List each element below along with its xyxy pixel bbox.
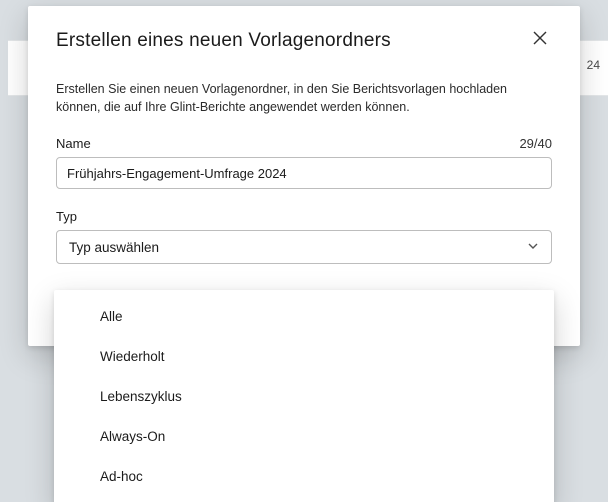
type-option-ad-hoc[interactable]: Ad-hoc bbox=[54, 456, 554, 496]
modal-header: Erstellen eines neuen Vorlagenordners bbox=[56, 30, 552, 52]
chevron-down-icon bbox=[527, 240, 539, 255]
type-option-wiederholt[interactable]: Wiederholt bbox=[54, 336, 554, 376]
type-dropdown: Alle Wiederholt Lebenszyklus Always-On A… bbox=[54, 290, 554, 502]
type-select-value: Typ auswählen bbox=[69, 240, 159, 255]
name-field-header: Name 29/40 bbox=[56, 136, 552, 151]
modal-title: Erstellen eines neuen Vorlagenordners bbox=[56, 30, 391, 52]
type-select[interactable]: Typ auswählen bbox=[56, 230, 552, 264]
background-row-number: 24 bbox=[587, 58, 600, 72]
type-option-alle[interactable]: Alle bbox=[54, 296, 554, 336]
type-label: Typ bbox=[56, 209, 552, 224]
type-option-always-on[interactable]: Always-On bbox=[54, 416, 554, 456]
modal-description: Erstellen Sie einen neuen Vorlagenordner… bbox=[56, 80, 552, 116]
name-input[interactable] bbox=[56, 157, 552, 189]
name-char-counter: 29/40 bbox=[519, 136, 552, 151]
name-label: Name bbox=[56, 136, 91, 151]
app-backdrop: 24 Erstellen eines neuen Vorlagenordners… bbox=[0, 0, 608, 502]
type-option-lebenszyklus[interactable]: Lebenszyklus bbox=[54, 376, 554, 416]
close-button[interactable] bbox=[528, 28, 552, 52]
close-icon bbox=[533, 31, 547, 50]
